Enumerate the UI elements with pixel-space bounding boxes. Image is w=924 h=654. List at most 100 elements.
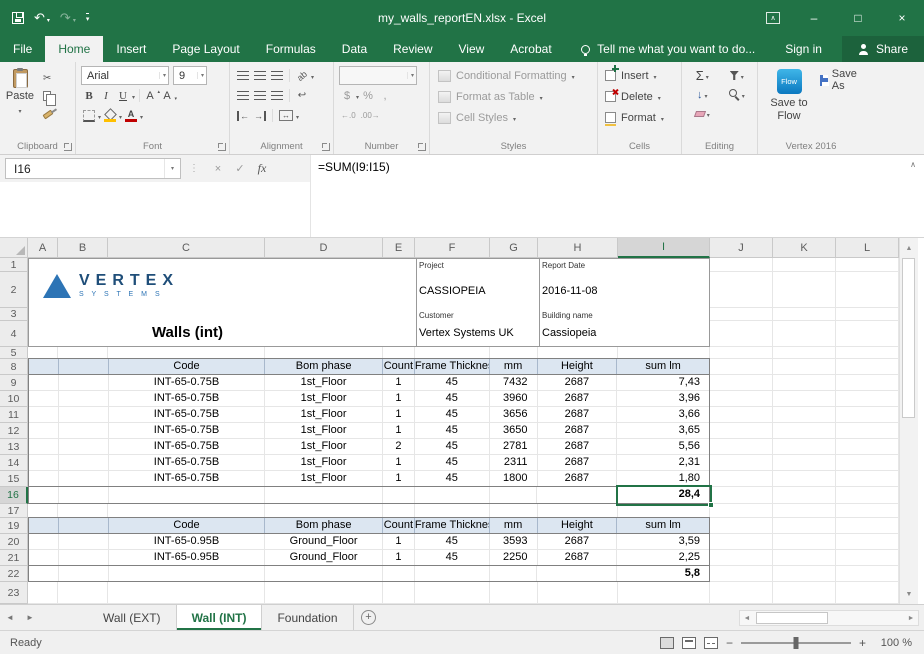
row-header-22[interactable]: 22 [0, 566, 28, 582]
sort-filter-button[interactable]: ▾ [721, 67, 754, 84]
insert-function-button[interactable]: fx [251, 161, 273, 176]
tab-review[interactable]: Review [380, 36, 445, 62]
align-bottom-button[interactable] [269, 67, 285, 84]
cell[interactable]: 7432 [490, 375, 538, 390]
decrease-indent-button[interactable]: ← [235, 107, 251, 124]
cell[interactable]: 1st_Floor [265, 471, 383, 486]
cell[interactable] [59, 391, 109, 406]
cell[interactable]: 1 [383, 455, 415, 470]
sheet-tab-wall-ext[interactable]: Wall (EXT) [88, 605, 177, 630]
paste-button[interactable]: Paste ▾ [2, 65, 38, 119]
font-dialog-launcher[interactable] [218, 143, 226, 151]
cell[interactable] [383, 566, 415, 581]
formula-input[interactable]: =SUM(I9:I15) [318, 160, 390, 174]
tab-view[interactable]: View [446, 36, 498, 62]
cell[interactable] [59, 407, 109, 422]
increase-decimal-button[interactable]: ←.0 [339, 107, 358, 124]
cell[interactable] [29, 359, 59, 374]
cell[interactable]: 1 [383, 407, 415, 422]
cell[interactable] [490, 566, 538, 581]
cell[interactable]: 3,59 [617, 534, 709, 549]
undo-button[interactable]: ↶▾ [32, 7, 52, 29]
italic-button[interactable]: I [98, 87, 114, 104]
row-header-1[interactable]: 1 [0, 258, 28, 272]
save-to-flow-button[interactable]: Flow Save to Flow [766, 69, 812, 122]
cell[interactable]: 2250 [490, 550, 538, 565]
cell[interactable]: Ground_Floor [265, 534, 383, 549]
sheet-nav-right-button[interactable]: ► [20, 605, 40, 630]
clipboard-dialog-launcher[interactable] [64, 143, 72, 151]
cell[interactable]: 1 [383, 375, 415, 390]
accounting-format-button[interactable]: $ [339, 87, 355, 104]
percent-style-button[interactable]: % [360, 87, 376, 104]
row-header-19[interactable]: 19 [0, 518, 28, 534]
cell[interactable] [59, 487, 109, 503]
scroll-up-icon[interactable]: ▲ [900, 241, 918, 255]
number-format-combo[interactable]: ▾ [339, 66, 417, 85]
cell[interactable] [29, 487, 59, 503]
sheet-tab-foundation[interactable]: Foundation [262, 605, 353, 630]
row-header-13[interactable]: 13 [0, 439, 28, 455]
cell[interactable] [29, 471, 59, 486]
cell[interactable] [59, 375, 109, 390]
tab-insert[interactable]: Insert [103, 36, 159, 62]
column-header-C[interactable]: C [108, 238, 265, 258]
tab-formulas[interactable]: Formulas [253, 36, 329, 62]
row-header-10[interactable]: 10 [0, 391, 28, 407]
cell[interactable] [29, 550, 59, 565]
cell[interactable]: 3650 [490, 423, 538, 438]
cell[interactable]: Height [538, 359, 618, 374]
column-header-I[interactable]: I [618, 238, 710, 258]
font-name-combo[interactable]: Arial▾ [81, 66, 169, 85]
wrap-text-button[interactable]: ↩ [294, 87, 310, 104]
format-as-table-button[interactable]: Format as Table▾ [432, 86, 595, 107]
cell-styles-button[interactable]: Cell Styles▾ [432, 107, 595, 128]
scroll-right-icon[interactable]: ► [904, 615, 918, 622]
cell[interactable] [383, 487, 415, 503]
cell[interactable]: 45 [415, 439, 490, 454]
save-as-button[interactable]: Save As [820, 70, 860, 90]
cell[interactable] [490, 487, 538, 503]
cell[interactable]: 1st_Floor [265, 423, 383, 438]
cell[interactable]: 2687 [538, 455, 618, 470]
row-header-14[interactable]: 14 [0, 455, 28, 471]
cell[interactable]: 5,56 [617, 439, 709, 454]
cell[interactable]: 3593 [490, 534, 538, 549]
cell[interactable]: INT-65-0.75B [109, 423, 266, 438]
column-header-D[interactable]: D [265, 238, 383, 258]
tab-file[interactable]: File [0, 36, 45, 62]
sheet-tab-wall-int[interactable]: Wall (INT) [177, 605, 263, 630]
cell[interactable]: Frame Thickness [415, 359, 490, 374]
fill-handle[interactable] [708, 502, 714, 508]
row-header-20[interactable]: 20 [0, 534, 28, 550]
cell[interactable]: Height [538, 518, 618, 533]
tab-home[interactable]: Home [45, 36, 103, 62]
cell[interactable]: 1 [383, 534, 415, 549]
zoom-slider-thumb[interactable] [793, 637, 798, 649]
tab-acrobat[interactable]: Acrobat [497, 36, 564, 62]
cells-area[interactable]: VERTEXS Y S T E M S Project Report Date … [28, 258, 899, 604]
vertical-scrollbar[interactable]: ▲ ▼ [899, 238, 918, 604]
scroll-down-icon[interactable]: ▼ [900, 587, 918, 601]
cell[interactable]: sum lm [617, 518, 709, 533]
cell[interactable]: 7,43 [617, 375, 709, 390]
new-sheet-button[interactable]: + [354, 605, 384, 630]
cell[interactable]: 3960 [490, 391, 538, 406]
zoom-in-button[interactable]: + [859, 636, 866, 650]
cell[interactable]: 1st_Floor [265, 439, 383, 454]
cell[interactable]: 1800 [490, 471, 538, 486]
cell[interactable]: 2687 [538, 407, 618, 422]
cell[interactable]: 45 [415, 550, 490, 565]
format-cells-button[interactable]: Format▾ [600, 107, 679, 128]
cell[interactable]: 2687 [538, 391, 618, 406]
cell[interactable]: 1st_Floor [265, 391, 383, 406]
cut-button[interactable]: ✂ [43, 72, 56, 85]
clear-button[interactable]: ▾ [686, 105, 719, 122]
shrink-font-button[interactable]: A▾ [161, 87, 177, 104]
align-center-button[interactable] [252, 87, 268, 104]
ribbon-display-options-button[interactable]: ∧ [754, 0, 792, 36]
font-color-button[interactable]: A [123, 107, 139, 124]
alignment-dialog-launcher[interactable] [322, 143, 330, 151]
orientation-button[interactable]: ab [294, 67, 310, 84]
column-header-K[interactable]: K [773, 238, 836, 258]
